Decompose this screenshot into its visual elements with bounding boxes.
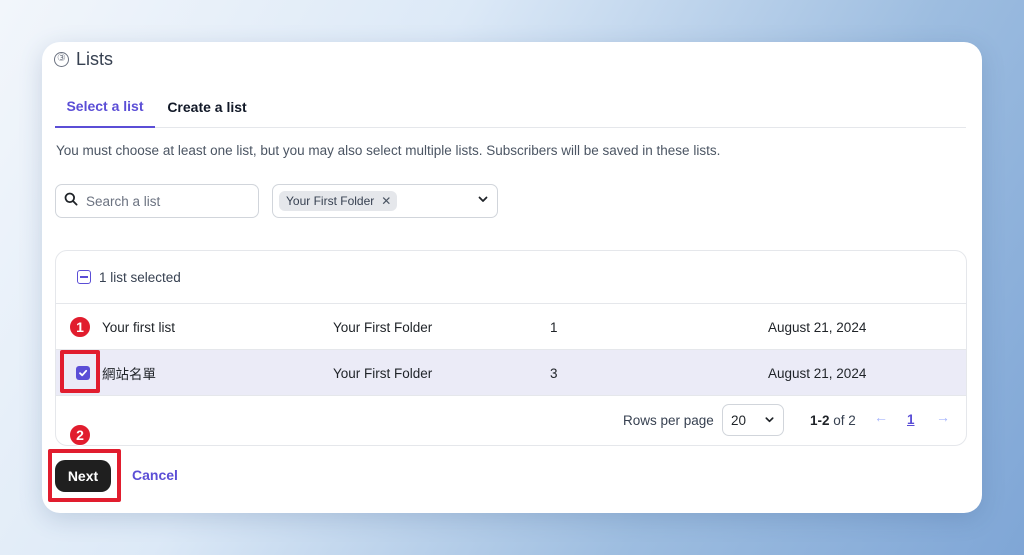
chevron-down-icon [764, 413, 775, 428]
page-range-total: of 2 [833, 413, 856, 428]
list-subscriber-count: 3 [550, 365, 558, 381]
remove-chip-icon[interactable]: ✕ [381, 194, 391, 208]
arrow-left-icon[interactable]: ← [874, 409, 888, 425]
page-range: 1-2 of 2 [810, 413, 856, 428]
annotation-badge-2: 2 [69, 424, 91, 446]
page-range-value: 1-2 [810, 413, 830, 428]
tab-create-a-list[interactable]: Create a list [165, 86, 249, 128]
lists-table: 1 list selected Your first list Your Fir… [55, 250, 967, 446]
table-row[interactable]: Your first list Your First Folder 1 Augu… [56, 304, 966, 350]
arrow-right-icon[interactable]: → [936, 409, 950, 425]
helper-text: You must choose at least one list, but y… [56, 143, 721, 158]
list-date: August 21, 2024 [768, 319, 867, 335]
rows-per-page-value: 20 [731, 412, 747, 428]
folder-chip-label: Your First Folder [286, 194, 375, 208]
page-number-link[interactable]: 1 [907, 412, 915, 427]
chevron-down-icon[interactable] [477, 192, 489, 210]
cancel-link[interactable]: Cancel [132, 467, 178, 483]
tab-bar: Select a list Create a list [55, 86, 966, 128]
list-name: 網站名單 [102, 367, 156, 382]
search-field[interactable] [55, 184, 259, 218]
section-title: ③ Lists [54, 48, 113, 70]
table-row[interactable]: 網站名單 Your First Folder 3 August 21, 2024 [56, 350, 966, 396]
list-subscriber-count: 1 [550, 319, 558, 335]
annotation-highlight-next [48, 449, 121, 502]
rows-per-page-label: Rows per page [623, 413, 714, 428]
list-name: Your first list [102, 319, 176, 335]
annotation-highlight-checkbox [60, 350, 100, 393]
lists-card: ③ Lists Select a list Create a list You … [42, 42, 982, 513]
selection-count: 1 list selected [99, 269, 181, 285]
deselect-all-checkbox[interactable] [77, 270, 91, 284]
step-number-icon: ③ [54, 51, 69, 67]
pagination: Rows per page 20 1-2 of 2 ← 1 → [56, 397, 966, 445]
search-icon [64, 192, 78, 211]
search-input[interactable] [86, 193, 246, 209]
list-date: August 21, 2024 [768, 365, 867, 381]
list-folder: Your First Folder [333, 365, 433, 381]
folder-filter-select[interactable]: Your First Folder ✕ [272, 184, 498, 218]
annotation-badge-1: 1 [69, 316, 91, 338]
rows-per-page-select[interactable]: 20 [722, 404, 784, 436]
section-title-text: Lists [76, 48, 114, 69]
list-folder: Your First Folder [333, 319, 433, 335]
tab-select-a-list[interactable]: Select a list [55, 86, 155, 128]
folder-chip: Your First Folder ✕ [279, 191, 398, 211]
table-header: 1 list selected [56, 251, 966, 304]
